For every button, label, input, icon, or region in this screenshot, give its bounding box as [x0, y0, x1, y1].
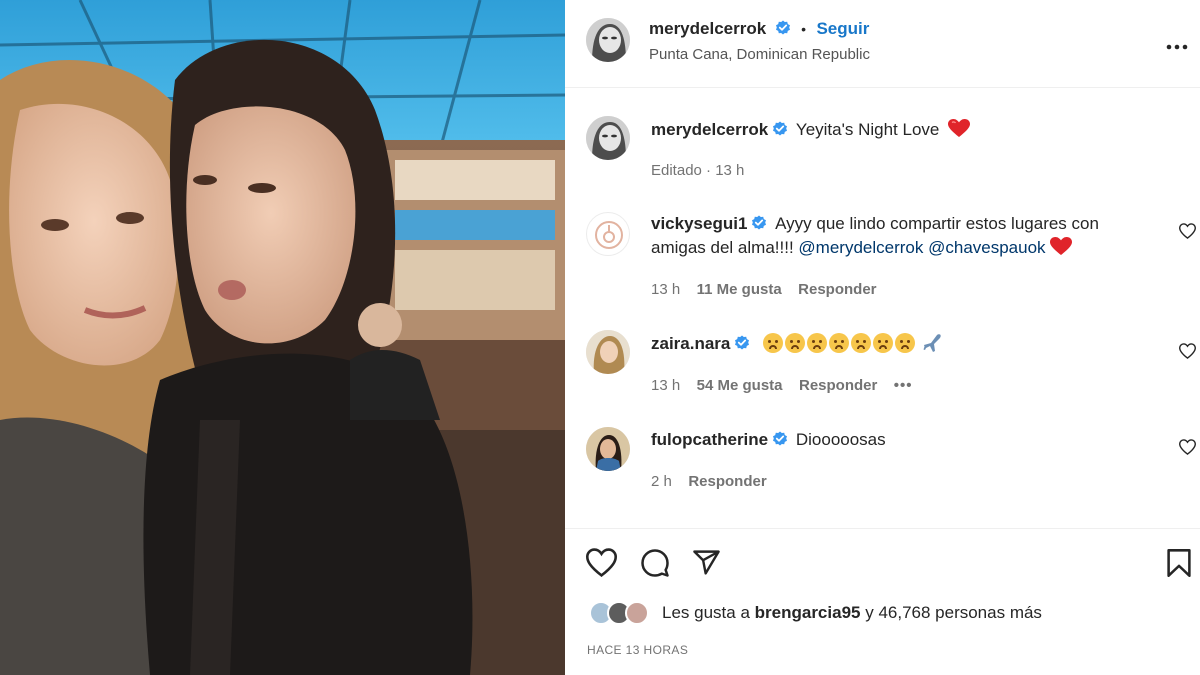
sad-face-emoji-icon [785, 333, 806, 353]
comment-likes[interactable]: 54 Me gusta [697, 377, 783, 394]
likes-suffix[interactable]: y 46,768 personas más [865, 603, 1042, 622]
comment-mention[interactable]: @chavespauok [928, 238, 1045, 257]
comment-text-line2: amigas del alma!!!! [651, 238, 794, 257]
comment-username[interactable]: vickysegui1 [651, 214, 747, 233]
follow-button[interactable]: Seguir [816, 19, 869, 38]
comment-avatar[interactable] [586, 212, 630, 256]
comment-emojis [763, 333, 944, 353]
post-location[interactable]: Punta Cana, Dominican Republic [649, 46, 870, 63]
comment-mention[interactable]: @merydelcerrok [798, 238, 923, 257]
verified-badge-icon [775, 20, 790, 35]
comment-username[interactable]: zaira.nara [651, 334, 730, 353]
heart-icon[interactable] [585, 548, 618, 582]
comment-text-line1: Ayyy que lindo compartir estos lugares c… [775, 214, 1099, 233]
comment-more-options-icon[interactable]: ••• [894, 377, 913, 394]
sad-face-emoji-icon [851, 333, 872, 353]
comment-likes[interactable]: 11 Me gusta [697, 281, 782, 298]
reply-button[interactable]: Responder [799, 377, 877, 394]
comment-avatar-image [586, 330, 630, 374]
post-photo[interactable] [0, 0, 565, 675]
share-icon[interactable] [692, 548, 721, 582]
comment-time: 13 h [651, 377, 681, 394]
sad-face-emoji-icon [763, 333, 784, 353]
caption-username[interactable]: merydelcerrok [651, 120, 768, 139]
red-heart-emoji-icon [1050, 237, 1073, 255]
author-avatar-image [586, 18, 630, 62]
comment-time: 13 h [651, 281, 681, 298]
liked-by-avatar [625, 601, 649, 625]
more-options-icon[interactable] [1166, 38, 1188, 56]
sad-face-emoji-icon [807, 333, 828, 353]
comment-body: fulopcatherine Diooooosas [651, 428, 886, 452]
author-avatar[interactable] [586, 18, 630, 62]
likes-summary: Les gusta a brengarcia95 y 46,768 person… [662, 603, 1042, 623]
sad-face-emoji-icon [829, 333, 850, 353]
likes-prefix: Les gusta a [662, 603, 750, 622]
reply-button[interactable]: Responder [688, 473, 766, 490]
caption-avatar-image [586, 116, 630, 160]
airplane-emoji-icon [923, 334, 941, 352]
caption-meta: Editado · 13 h [651, 162, 745, 179]
header-author-row: merydelcerrok • Seguir [649, 19, 869, 39]
verified-badge-icon [752, 215, 767, 230]
verified-badge-icon [773, 431, 788, 446]
sad-face-emoji-icon [895, 333, 916, 353]
comment-meta: 2 h Responder [651, 473, 767, 491]
comment-time: 2 h [651, 473, 672, 490]
instagram-post-view: merydelcerrok • Seguir Punta Cana, Domin… [0, 0, 1200, 675]
red-heart-emoji-icon [948, 119, 971, 137]
post-time-ago[interactable]: HACE 13 HORAS [587, 643, 688, 657]
post-photo-image [0, 0, 565, 675]
bookmark-icon[interactable] [1166, 548, 1192, 583]
comment-body: zaira.nara [651, 332, 944, 356]
verified-badge-icon [773, 121, 788, 136]
sad-face-emoji-icon [873, 333, 894, 353]
reply-button[interactable]: Responder [798, 281, 876, 298]
comment-like-heart-icon[interactable] [1178, 343, 1197, 364]
comment-avatar[interactable] [586, 427, 630, 471]
comment-avatar-image [586, 427, 630, 471]
comment-meta: 13 h 11 Me gusta Responder [651, 281, 877, 299]
header-separator: • [801, 21, 806, 37]
comment-username[interactable]: fulopcatherine [651, 430, 768, 449]
comment-like-heart-icon[interactable] [1178, 223, 1197, 244]
caption-row: merydelcerrok Yeyita's Night Love [651, 118, 971, 142]
header-username[interactable]: merydelcerrok [649, 19, 766, 38]
comment-avatar[interactable] [586, 330, 630, 374]
caption-text: Yeyita's Night Love [795, 120, 940, 139]
comment-text: Diooooosas [795, 430, 886, 449]
comment-avatar-image [595, 221, 623, 249]
comment-meta: 13 h 54 Me gusta Responder ••• [651, 377, 913, 395]
caption-author-avatar[interactable] [586, 116, 630, 160]
verified-badge-icon [735, 335, 750, 350]
liked-by-avatars[interactable] [589, 601, 659, 627]
post-header [565, 0, 1200, 88]
comment-icon[interactable] [640, 548, 670, 583]
comment-like-heart-icon[interactable] [1178, 439, 1197, 460]
comment-body: vickysegui1 Ayyy que lindo compartir est… [651, 212, 1131, 260]
liked-by-username[interactable]: brengarcia95 [755, 603, 861, 622]
